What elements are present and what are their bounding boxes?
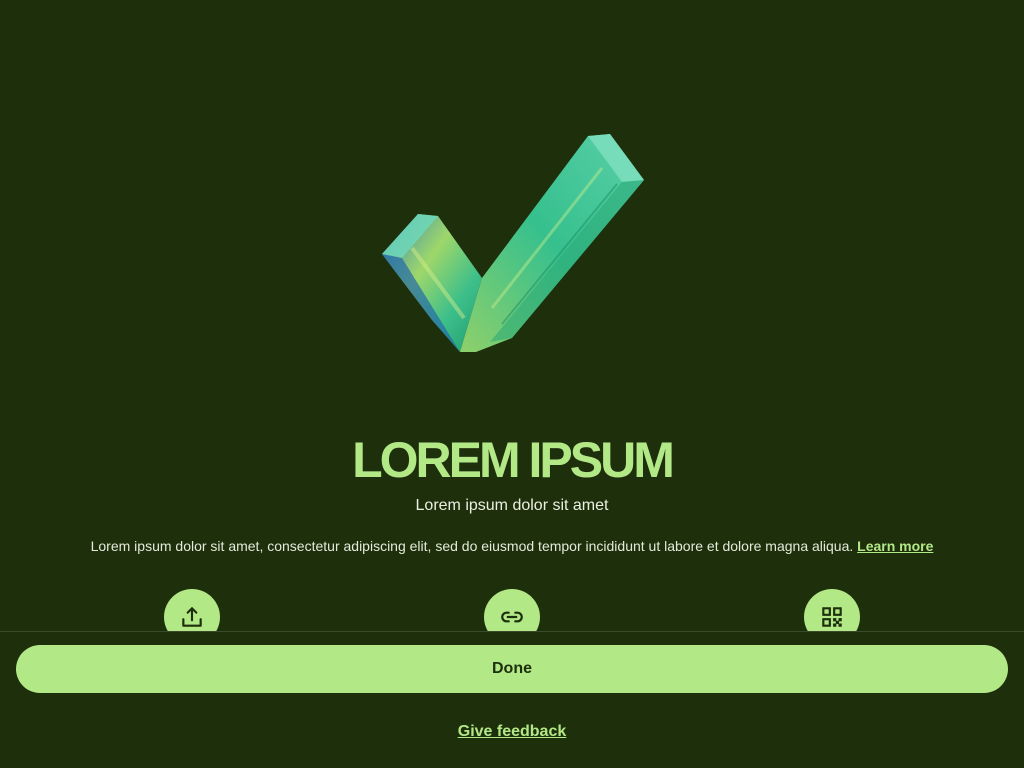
success-screen: LOREM IPSUM Lorem ipsum dolor sit amet L…: [0, 0, 1024, 768]
description: Lorem ipsum dolor sit amet, consectetur …: [0, 538, 1024, 554]
done-button[interactable]: Done: [16, 645, 1008, 693]
share-upload-icon: [182, 607, 202, 627]
checkmark-3d-icon: [372, 128, 652, 360]
learn-more-link[interactable]: Learn more: [857, 538, 933, 554]
link-icon: [501, 611, 523, 623]
bottom-action-bar: Done Give feedback: [0, 631, 1024, 768]
description-text: Lorem ipsum dolor sit amet, consectetur …: [90, 538, 854, 554]
give-feedback-link[interactable]: Give feedback: [0, 723, 1024, 741]
page-subtitle: Lorem ipsum dolor sit amet: [415, 497, 609, 514]
page-title: LOREM IPSUM: [352, 432, 675, 488]
qr-code-icon: [822, 607, 842, 627]
